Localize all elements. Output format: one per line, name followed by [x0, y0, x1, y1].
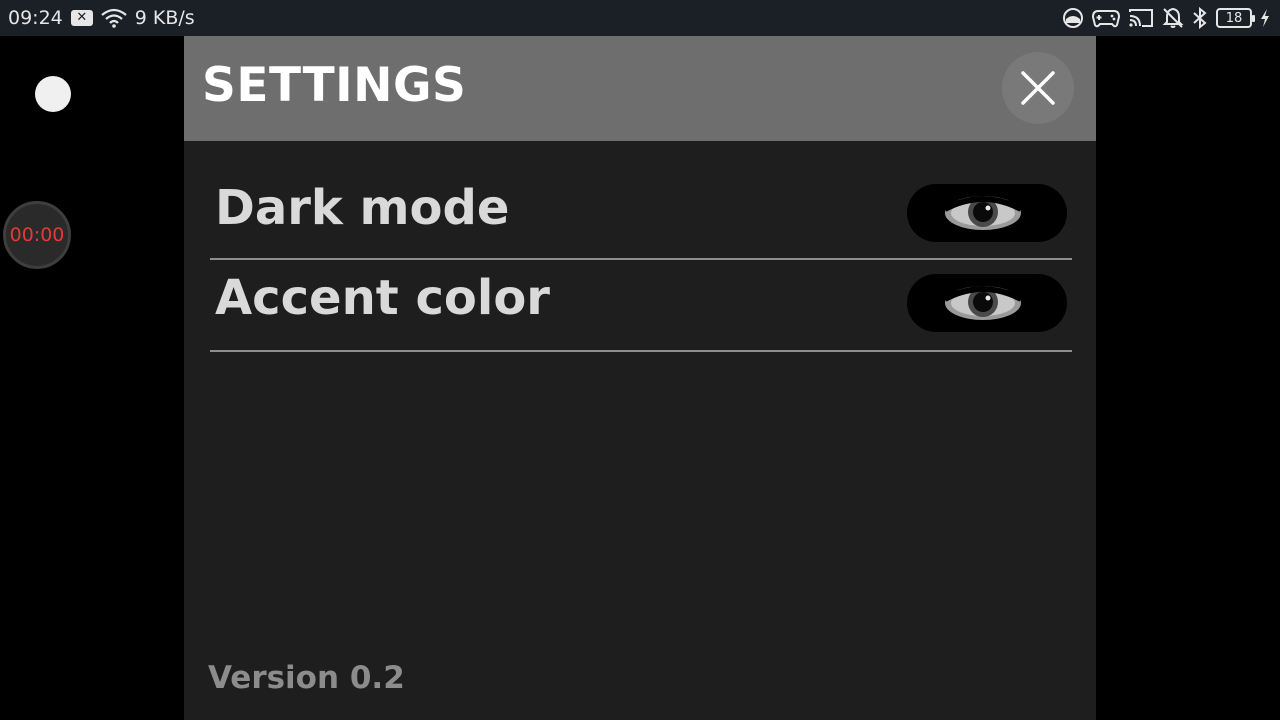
divider: [210, 350, 1072, 352]
wifi-icon: [101, 8, 127, 28]
setting-label-dark-mode: Dark mode: [215, 180, 510, 236]
divider: [210, 258, 1072, 260]
close-icon: [1021, 71, 1055, 105]
dark-mode-toggle[interactable]: [907, 184, 1067, 242]
sync-icon: [1062, 7, 1084, 29]
recording-timer[interactable]: 00:00: [3, 201, 71, 269]
eye-icon: [943, 196, 1023, 230]
setting-row-accent-color: Accent color: [210, 262, 1072, 350]
status-bar: 09:24 ✕ 9 KB/s 18: [0, 0, 1280, 36]
page-title: SETTINGS: [202, 58, 467, 113]
battery-icon: 18: [1216, 8, 1255, 28]
gamepad-icon: [1092, 7, 1120, 29]
bell-off-icon: [1162, 7, 1184, 29]
setting-label-accent-color: Accent color: [215, 270, 550, 326]
charging-icon: [1260, 8, 1270, 28]
eye-icon: [943, 286, 1023, 320]
settings-header: SETTINGS: [184, 36, 1096, 141]
status-bar-left: 09:24 ✕ 9 KB/s: [8, 7, 195, 29]
x-box-icon: ✕: [70, 10, 93, 26]
setting-row-dark-mode: Dark mode: [210, 172, 1072, 260]
floating-dot-button[interactable]: [35, 76, 71, 112]
accent-color-toggle[interactable]: [907, 274, 1067, 332]
bluetooth-icon: [1192, 7, 1208, 29]
recording-timer-text: 00:00: [9, 224, 65, 246]
close-button[interactable]: [1002, 52, 1074, 124]
status-time: 09:24: [8, 7, 63, 29]
cast-icon: [1128, 7, 1154, 29]
version-label: Version 0.2: [208, 660, 405, 696]
network-speed: 9 KB/s: [134, 7, 195, 29]
battery-level: 18: [1225, 10, 1243, 26]
settings-panel: SETTINGS Dark mode Accent color Version …: [184, 36, 1096, 720]
status-bar-right: 18: [1062, 7, 1270, 29]
